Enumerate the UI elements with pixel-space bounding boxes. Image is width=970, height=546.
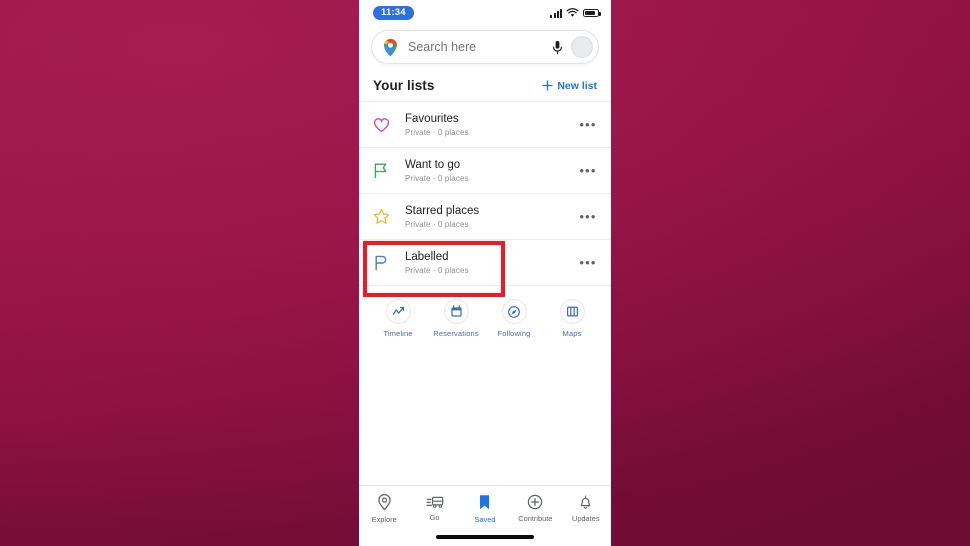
microphone-icon[interactable] [552,40,563,55]
quick-action-reservations[interactable]: Reservations [430,299,482,338]
status-bar: 11:34 [359,0,611,26]
your-lists-header: Your lists New list [359,72,611,101]
quick-action-label: Maps [562,329,582,338]
page-title: Your lists [373,78,435,93]
nav-label: Saved [474,515,496,524]
search-input-placeholder[interactable]: Search here [408,40,552,54]
status-time-badge: 11:34 [373,5,414,21]
list-item-overflow-menu[interactable]: ••• [577,256,599,269]
list-item-overflow-menu[interactable]: ••• [577,164,599,177]
commute-car-icon [425,496,443,508]
label-flag-icon [373,254,399,271]
nav-label: Contribute [518,514,553,523]
battery-icon [583,8,601,18]
list-item-text: Labelled Private · 0 places [405,250,577,276]
nav-label: Explore [371,515,397,524]
quick-action-timeline[interactable]: Timeline [372,299,424,338]
plus-circle-icon [528,494,543,510]
list-item-subtitle: Private · 0 places [405,128,469,138]
list-item-subtitle: Private · 0 places [405,266,469,276]
nav-item-go[interactable]: Go [411,494,459,522]
list-item-title: Favourites [405,112,459,125]
list-item-overflow-menu[interactable]: ••• [577,210,599,223]
calendar-icon [443,299,469,324]
search-bar[interactable]: Search here [371,30,599,64]
bookmark-icon [480,495,490,510]
quick-action-following[interactable]: Following [488,299,540,338]
home-indicator-bar [436,535,534,539]
following-compass-icon [501,299,527,324]
new-list-label: New list [557,79,597,92]
timeline-chart-icon [385,299,411,324]
status-indicators [550,8,601,18]
quick-action-label: Reservations [433,329,479,338]
wifi-icon [566,8,579,17]
list-item-subtitle: Private · 0 places [405,220,469,230]
location-pin-icon [377,494,391,511]
folded-map-icon [559,299,585,324]
list-item-text: Favourites Private · 0 places [405,112,577,138]
nav-item-updates[interactable]: Updates [562,494,610,523]
list-item-text: Want to go Private · 0 places [405,158,577,184]
quick-action-label: Following [497,329,531,338]
quick-action-maps[interactable]: Maps [546,299,598,338]
avatar[interactable] [571,36,593,58]
list-item-subtitle: Private · 0 places [405,174,469,184]
plus-icon [542,80,553,91]
nav-label: Updates [571,514,600,523]
flag-icon [373,162,399,179]
google-maps-pin-icon [384,38,397,56]
list-item-title: Starred places [405,204,480,217]
search-bar-container: Search here [359,26,611,72]
nav-item-saved[interactable]: Saved [461,494,509,524]
list-item[interactable]: Starred places Private · 0 places ••• [359,193,611,239]
list-item-overflow-menu[interactable]: ••• [577,118,599,131]
nav-item-contribute[interactable]: Contribute [511,494,559,523]
nav-item-explore[interactable]: Explore [360,494,408,524]
list-item[interactable]: Want to go Private · 0 places ••• [359,147,611,193]
star-icon [373,208,399,225]
list-item-text: Starred places Private · 0 places [405,204,577,230]
signal-bars-icon [550,8,562,18]
new-list-button[interactable]: New list [542,80,597,92]
quick-actions-row: Timeline Reservations Following Maps [359,285,611,348]
nav-label: Go [429,513,440,522]
list-item-labelled[interactable]: Labelled Private · 0 places ••• [359,239,611,285]
list-item-title: Want to go [405,158,461,171]
list-item[interactable]: Favourites Private · 0 places ••• [359,101,611,147]
bell-icon [580,495,591,509]
quick-action-label: Timeline [383,329,413,338]
list-item-title: Labelled [405,250,449,263]
phone-screen: 11:34 Search here Your lists New list Fa… [359,0,611,546]
heart-icon [373,117,399,133]
